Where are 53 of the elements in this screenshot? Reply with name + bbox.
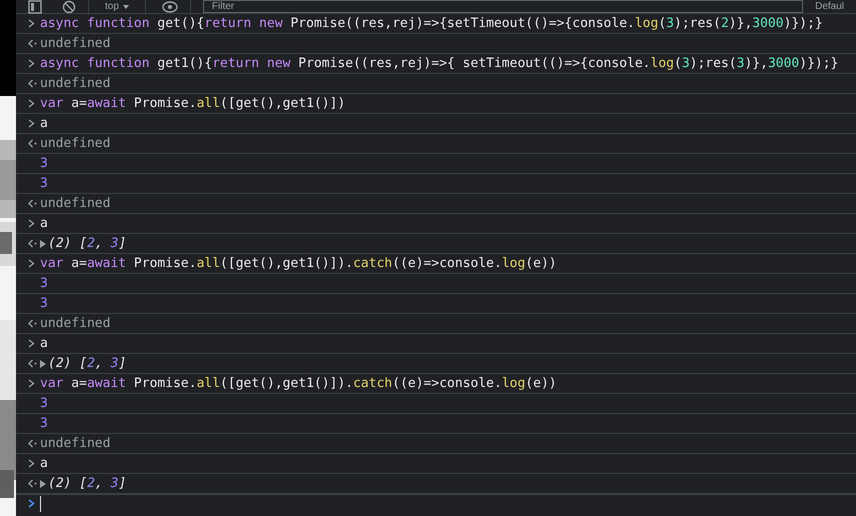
code-line: async function get1(){return new Promise((res,rej)=>{ setTimeout(()=>{console.log(3);res(3)},3000)});} bbox=[40, 56, 838, 72]
code-line: async function get(){return new Promise((res,rej)=>{setTimeout(()=>{console.log(3);res(2)},3000)});} bbox=[40, 16, 823, 32]
context-dropdown[interactable]: top bbox=[101, 0, 133, 12]
result-output: undefined bbox=[40, 136, 110, 152]
code-line: a bbox=[40, 336, 48, 352]
return-arrow-icon bbox=[28, 139, 37, 148]
return-arrow-icon bbox=[28, 39, 37, 48]
code-line: var a=await Promise.all([get(),get1()]).catch((e)=>console.log(e)) bbox=[40, 376, 557, 392]
result-output: undefined bbox=[40, 76, 110, 92]
prompt-chevron-icon bbox=[28, 219, 35, 228]
result-output: (2) [2, 3] bbox=[48, 356, 126, 372]
code-line: var a=await Promise.all([get(),get1()]).catch((e)=>console.log(e)) bbox=[40, 256, 557, 272]
filter-field[interactable]: Filter bbox=[202, 0, 804, 13]
result-output: undefined bbox=[40, 436, 110, 452]
prompt-chevron-icon bbox=[28, 499, 35, 508]
prompt-chevron-icon bbox=[28, 459, 35, 468]
expand-triangle-icon[interactable] bbox=[40, 240, 46, 248]
log-output: 3 bbox=[40, 296, 48, 312]
return-arrow-icon bbox=[28, 359, 37, 368]
log-output: 3 bbox=[40, 416, 48, 432]
prompt-chevron-icon bbox=[28, 19, 35, 28]
log-output: 3 bbox=[40, 156, 48, 172]
log-output: 3 bbox=[40, 176, 48, 192]
prompt-chevron-icon bbox=[28, 59, 35, 68]
code-line: a bbox=[40, 456, 48, 472]
code-line: var a=await Promise.all([get(),get1()]) bbox=[40, 96, 346, 112]
log-levels-dropdown[interactable]: Defaul bbox=[815, 0, 844, 12]
result-output: undefined bbox=[40, 36, 110, 52]
result-output: undefined bbox=[40, 316, 110, 332]
expand-triangle-icon[interactable] bbox=[40, 360, 46, 368]
sidebar-icon[interactable] bbox=[28, 0, 42, 14]
eye-icon[interactable] bbox=[162, 0, 178, 14]
return-arrow-icon bbox=[28, 239, 37, 248]
result-output: (2) [2, 3] bbox=[48, 476, 126, 492]
return-arrow-icon bbox=[28, 439, 37, 448]
result-output: (2) [2, 3] bbox=[48, 236, 126, 252]
result-output: undefined bbox=[40, 196, 110, 212]
return-arrow-icon bbox=[28, 479, 37, 488]
prompt-chevron-icon bbox=[28, 379, 35, 388]
return-arrow-icon bbox=[28, 79, 37, 88]
prompt-chevron-icon bbox=[28, 119, 35, 128]
log-output: 3 bbox=[40, 276, 48, 292]
prompt-chevron-icon bbox=[28, 339, 35, 348]
return-arrow-icon bbox=[28, 199, 37, 208]
prompt-chevron-icon bbox=[28, 259, 35, 268]
return-arrow-icon bbox=[28, 319, 37, 328]
caret-icon bbox=[122, 4, 129, 8]
log-output: 3 bbox=[40, 396, 48, 412]
code-line: a bbox=[40, 116, 48, 132]
expand-triangle-icon[interactable] bbox=[40, 480, 46, 488]
block-icon[interactable] bbox=[62, 0, 76, 14]
code-line: a bbox=[40, 216, 48, 232]
prompt-chevron-icon bbox=[28, 99, 35, 108]
